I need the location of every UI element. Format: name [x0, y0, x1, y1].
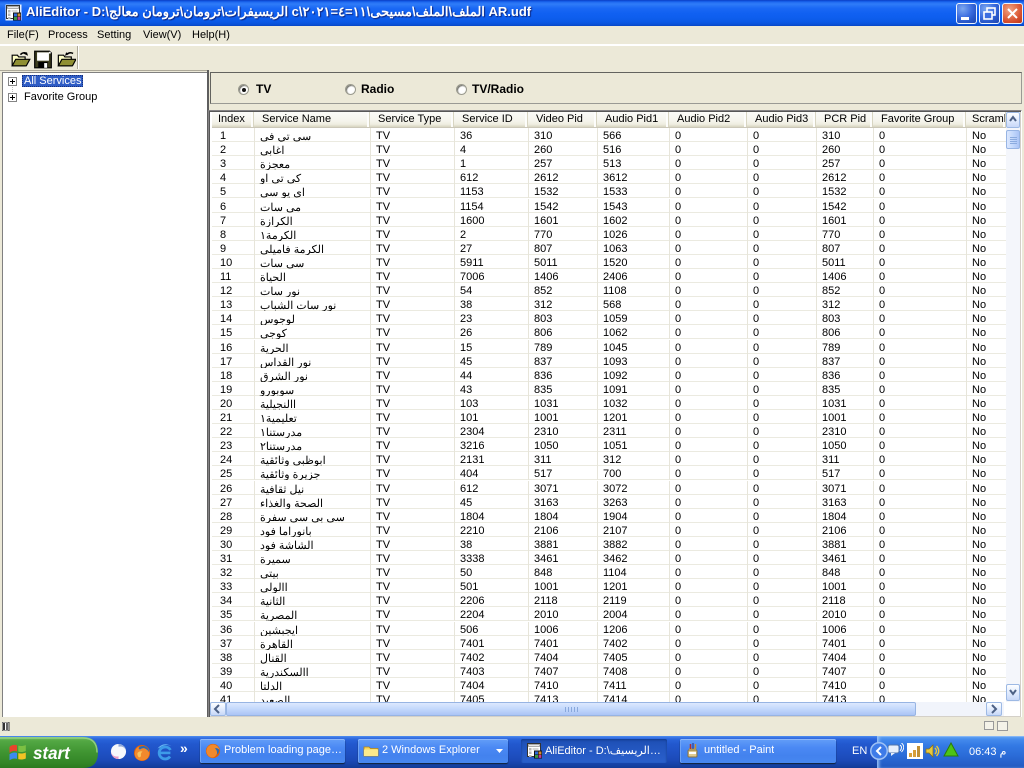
svg-text:start: start	[33, 743, 71, 763]
